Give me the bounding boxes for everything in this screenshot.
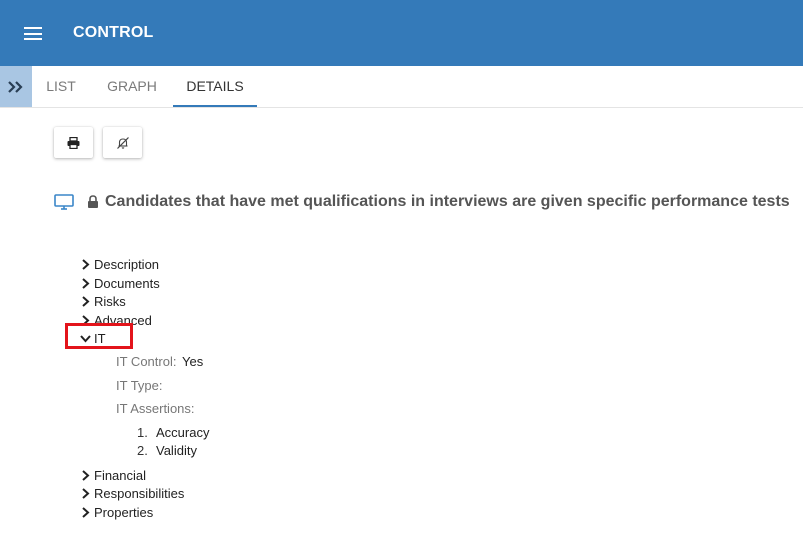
section-properties[interactable]: Properties: [80, 504, 153, 520]
section-risks[interactable]: Risks: [80, 293, 126, 309]
chevron-right-icon: [82, 506, 90, 518]
section-label: Responsibilities: [94, 485, 185, 501]
section-label: Description: [94, 256, 160, 272]
chevron-right-icon: [82, 295, 90, 307]
chevron-right-icon: [82, 258, 90, 270]
it-assertions-label: IT Assertions:: [116, 401, 195, 416]
monitor-icon: [54, 194, 74, 210]
chevron-right-icon: [82, 469, 90, 481]
tab-graph[interactable]: GRAPH: [96, 66, 168, 106]
it-control-value: Yes: [182, 354, 204, 369]
sidebar-toggle-button[interactable]: [0, 66, 32, 107]
section-label: Financial: [94, 467, 147, 483]
chevron-right-icon: [82, 277, 90, 289]
page-title: Candidates that have met qualifications …: [105, 193, 790, 210]
chevron-right-icon: [82, 487, 90, 499]
list-item-number: 1.: [137, 425, 148, 440]
section-responsibilities[interactable]: Responsibilities: [80, 485, 184, 501]
tab-list[interactable]: LIST: [32, 66, 90, 106]
list-item: Accuracy: [156, 425, 210, 440]
highlight-box: [65, 323, 133, 349]
section-description[interactable]: Description: [80, 256, 159, 272]
notification-toggle-button[interactable]: [103, 127, 142, 158]
section-financial[interactable]: Financial: [80, 467, 146, 483]
app-title: CONTROL: [73, 24, 154, 41]
print-button[interactable]: [54, 127, 93, 158]
app-header: CONTROL: [0, 0, 803, 66]
tab-bar: LIST GRAPH DETAILS: [0, 66, 803, 108]
double-chevron-right-icon: [8, 80, 23, 93]
list-item: Validity: [156, 443, 197, 458]
bell-off-icon: [116, 136, 129, 149]
list-item-number: 2.: [137, 443, 148, 458]
tab-details[interactable]: DETAILS: [173, 66, 257, 107]
lock-icon: [88, 195, 98, 208]
it-control-label: IT Control:: [116, 354, 177, 369]
section-label: Documents: [94, 275, 160, 291]
control-title-row: Candidates that have met qualifications …: [54, 193, 790, 211]
print-icon: [67, 136, 80, 149]
section-label: Properties: [94, 504, 154, 520]
hamburger-icon[interactable]: [24, 27, 42, 40]
section-documents[interactable]: Documents: [80, 275, 160, 291]
section-label: Risks: [94, 293, 126, 309]
it-type-label: IT Type:: [116, 378, 163, 393]
